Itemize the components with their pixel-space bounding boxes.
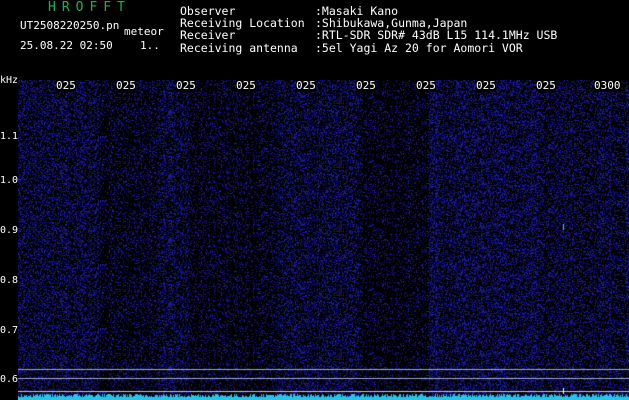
- y-tick-label: 0.6: [0, 374, 19, 385]
- x-tick-label: 025: [296, 79, 316, 92]
- station-info: Observer :Masaki Kano Receiving Location…: [180, 5, 557, 54]
- count-label: 1..: [140, 39, 160, 52]
- x-tick-label: 0300: [594, 79, 621, 92]
- y-axis-unit: kHz: [0, 75, 19, 86]
- y-tick-label: 0.7: [0, 325, 19, 336]
- waterfall-canvas: [18, 80, 629, 400]
- meteor-label: meteor: [124, 25, 164, 38]
- info-row-receiver: Receiver :RTL-SDR SDR# 43dB L15 114.1MHz…: [180, 29, 557, 41]
- x-tick-label: 025: [236, 79, 256, 92]
- info-key: Receiver: [180, 28, 236, 43]
- x-tick-label: 025: [176, 79, 196, 92]
- info-value: :RTL-SDR SDR# 43dB L15 114.1MHz USB: [315, 28, 558, 43]
- header-panel: HROFFT UT2508220250.pn meteor 25.08.22 0…: [0, 0, 629, 80]
- y-tick-label: 0.8: [0, 275, 19, 286]
- waterfall-display[interactable]: [18, 80, 629, 400]
- file-name: UT2508220250.pn: [20, 19, 120, 32]
- y-tick-label: 1.1: [0, 131, 19, 142]
- frequency-axis: 1.1 1.0 0.9 0.8 0.7 0.6: [0, 80, 18, 400]
- info-key: Receiving antenna: [180, 40, 298, 55]
- brand-title: HROFFT: [48, 0, 131, 15]
- x-tick-label: 025: [116, 79, 136, 92]
- info-row-antenna: Receiving antenna :5el Yagi Az 20 for Ao…: [180, 40, 557, 55]
- y-tick-label: 0.9: [0, 225, 19, 236]
- x-tick-label: 025: [476, 79, 496, 92]
- x-tick-label: 025: [416, 79, 436, 92]
- x-tick-label: 025: [56, 79, 76, 92]
- info-value: :5el Yagi Az 20 for Aomori VOR: [315, 40, 523, 55]
- datetime-label: 25.08.22 02:50: [20, 39, 113, 52]
- x-tick-label: 025: [356, 79, 376, 92]
- y-tick-label: 1.0: [0, 175, 19, 186]
- x-tick-label: 025: [536, 79, 556, 92]
